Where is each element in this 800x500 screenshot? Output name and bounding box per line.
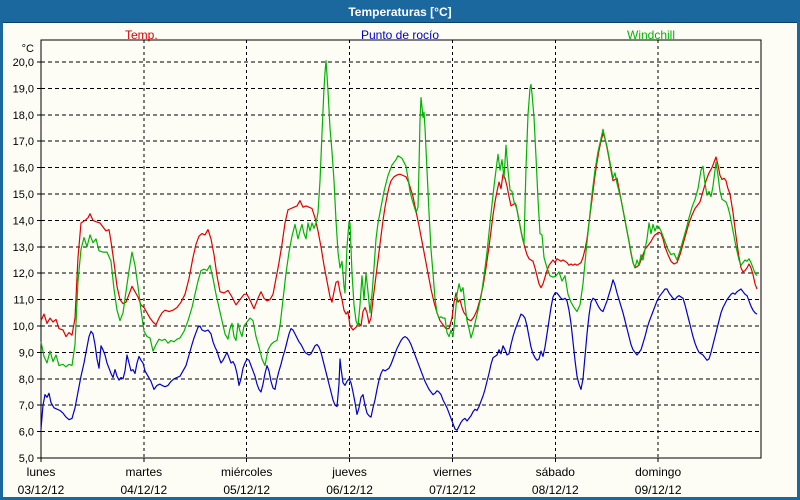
series-line-temp- [41, 133, 757, 336]
y-tick-label: 16,0 [13, 163, 34, 175]
day-date-label: 07/12/12 [429, 483, 476, 497]
day-name-label: jueves [331, 465, 367, 479]
day-name-label: domingo [635, 465, 681, 479]
day-name-label: viernes [433, 465, 472, 479]
y-axis-unit-label: °C [22, 43, 34, 55]
y-tick-label: 10,0 [13, 321, 34, 333]
day-date-label: 05/12/12 [223, 483, 270, 497]
chart-plot-area: 20,0 19,0 18,0 17,0 16,0 15,0 14,0 13,0 12,0 11,0… [3, 3, 797, 497]
y-tick-label: 5,0 [19, 453, 34, 465]
y-tick-label: 14,0 [13, 215, 34, 227]
y-tick-label: 7,0 [19, 400, 34, 412]
day-date-label: 03/12/12 [18, 483, 65, 497]
series-line-punto-de-roc-o [41, 280, 757, 431]
y-tick-label: 20,0 [13, 57, 34, 69]
y-tick-label: 19,0 [13, 83, 34, 95]
day-date-label: 09/12/12 [635, 483, 682, 497]
chart-window: Temperaturas [°C] Temp. Punto de rocío W… [0, 0, 800, 500]
y-tick-label: 9,0 [19, 347, 34, 359]
y-tick-label: 15,0 [13, 189, 34, 201]
y-tick-label: 18,0 [13, 110, 34, 122]
day-date-label: 04/12/12 [120, 483, 167, 497]
y-tick-label: 11,0 [13, 295, 34, 307]
y-tick-label: 17,0 [13, 136, 34, 148]
day-name-label: miércoles [221, 465, 272, 479]
y-tick-label: 8,0 [19, 374, 34, 386]
y-tick-label: 6,0 [19, 427, 34, 439]
y-tick-label: 13,0 [13, 242, 34, 254]
day-name-label: sábado [536, 465, 576, 479]
day-name-label: lunes [27, 465, 56, 479]
y-tick-label: 12,0 [13, 268, 34, 280]
day-date-label: 08/12/12 [532, 483, 579, 497]
day-name-label: martes [126, 465, 163, 479]
day-date-label: 06/12/12 [326, 483, 373, 497]
